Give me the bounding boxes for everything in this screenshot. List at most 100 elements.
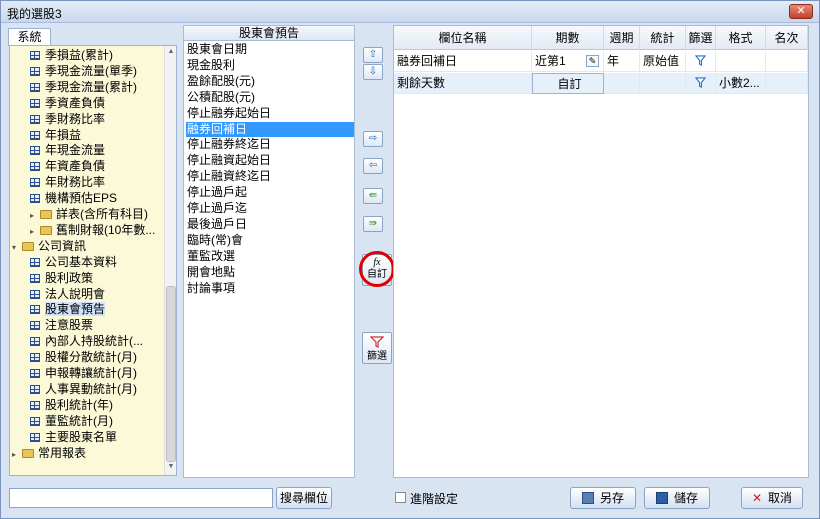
tree-item[interactable]: 季財務比率 [30,112,105,127]
field-list-item[interactable]: 停止融資起始日 [186,153,354,168]
tree-item[interactable]: ▸ 詳表(含所有科目) [30,207,148,222]
search-input[interactable] [9,488,273,508]
field-list-item[interactable]: 融券回補日 [186,121,354,137]
filter-icon[interactable] [695,77,706,88]
advanced-settings-checkbox[interactable] [395,492,406,503]
table-icon [30,384,40,394]
tree-scrollbar[interactable]: ▲ ▼ [164,46,176,475]
filter-icon[interactable] [695,55,706,66]
edit-icon[interactable]: ✎ [586,55,599,67]
tree-item[interactable]: 季現金流量(累計) [30,80,137,95]
grid-column-header[interactable]: 期數 [532,26,604,50]
field-list-item[interactable]: 董監改選 [186,249,354,264]
expand-arrow-icon[interactable]: ▾ [12,240,22,255]
grid-column-header[interactable]: 欄位名稱 [394,26,532,50]
grid-period-cell: 自訂 [532,73,604,94]
folder-icon [22,241,34,251]
filter-button[interactable]: 篩選 [362,332,392,364]
tree-item[interactable]: 年現金流量 [30,143,105,158]
scroll-up-arrow[interactable]: ▲ [165,48,177,58]
double-arrow-left-icon: ⇚ [368,190,378,201]
add-field-button[interactable]: ⇨ [363,131,383,147]
tree-item[interactable]: 主要股東名單 [30,430,117,445]
tree-item[interactable]: 季損益(累計) [30,48,113,63]
tree-item[interactable]: ▸ 舊制財報(10年數... [30,223,155,238]
tree-item[interactable]: 人事異動統計(月) [30,382,137,397]
table-icon [30,432,40,442]
tree-item[interactable]: 公司基本資料 [30,255,117,270]
table-icon [30,353,40,363]
tree-item-label: 年財務比率 [45,175,106,190]
table-icon [30,416,40,426]
tree-item[interactable]: 申報轉讓統計(月) [30,366,137,381]
advanced-settings-label: 進階設定 [410,492,459,506]
field-list-item[interactable]: 停止融券起始日 [186,106,354,121]
save-as-label: 另存 [599,491,624,505]
grid-column-header[interactable]: 名次 [766,26,808,50]
search-field-button[interactable]: 搜尋欄位 [276,487,332,509]
table-icon [30,289,40,299]
add-all-button[interactable]: ⇛ [363,216,383,232]
move-down-button[interactable]: ⇩ [363,64,383,80]
expand-arrow-icon[interactable]: ▸ [30,208,40,223]
cancel-button[interactable]: ✕ 取消 [741,487,803,509]
save-button[interactable]: 儲存 [644,487,710,509]
tree-item[interactable]: 董監統計(月) [30,414,113,429]
tree-item-label: 申報轉讓統計(月) [45,366,137,380]
tree-item[interactable]: 法人說明會 [30,287,105,302]
expand-arrow-icon[interactable]: ▸ [30,224,40,239]
grid-cell: 剩餘天數 [394,73,532,94]
tree-item[interactable]: 股利政策 [30,271,93,286]
field-list-item[interactable]: 停止過戶起 [186,185,354,200]
remove-all-button[interactable]: ⇚ [363,188,383,204]
tree-item[interactable]: 年財務比率 [30,175,105,190]
tree-item[interactable]: ▸ 常用報表 [12,446,86,461]
filter-icon [369,336,385,348]
grid-column-header[interactable]: 週期 [604,26,640,50]
save-as-button[interactable]: 另存 [570,487,636,509]
tree-item[interactable]: 年資產負債 [30,159,105,174]
tree-item[interactable]: 股東會預告 [30,302,106,317]
tree-item-label: 公司基本資料 [45,254,118,269]
tree-item[interactable]: 股權分散統計(月) [30,350,137,365]
scroll-thumb[interactable] [166,286,176,462]
tree-item[interactable]: 內部人持股統計(... [30,334,143,349]
field-list-item[interactable]: 開會地點 [186,265,354,280]
tree-item[interactable]: ▾ 公司資訊 [12,239,86,254]
grid-row[interactable]: 融券回補日 近第1 ✎ 年 原始值 [394,51,808,72]
field-list-item[interactable]: 現金股利 [186,58,354,73]
tree-item-label: 股東會預告 [45,302,106,317]
remove-field-button[interactable]: ⇦ [363,158,383,174]
grid-row[interactable]: 剩餘天數 自訂 小數2... [394,73,808,94]
tree-item[interactable]: 注意股票 [30,318,93,333]
tree-item[interactable]: 季現金流量(單季) [30,64,137,79]
scroll-down-arrow[interactable]: ▼ [165,463,177,473]
grid-cell [766,51,808,72]
table-icon [30,66,40,76]
field-list-item[interactable]: 盈餘配股(元) [186,74,354,89]
tree-item[interactable]: 年損益 [30,128,81,143]
field-list-item[interactable]: 股東會日期 [186,42,354,57]
table-icon [30,82,40,92]
save-icon [655,492,668,504]
arrow-left-icon: ⇦ [368,160,378,171]
field-list-item[interactable]: 停止過戶迄 [186,201,354,216]
field-list-item[interactable]: 臨時(常)會 [186,233,354,248]
move-up-button[interactable]: ⇧ [363,47,383,63]
close-button[interactable]: ✕ [789,4,813,19]
field-list-item[interactable]: 最後過戶日 [186,217,354,232]
tree-item[interactable]: 機構預估EPS [30,191,117,206]
grid-column-header[interactable]: 統計 [640,26,686,50]
expand-arrow-icon[interactable]: ▸ [12,447,22,462]
tree-item-label: 主要股東名單 [45,429,118,444]
grid-column-header[interactable]: 格式 [716,26,766,50]
field-list-item[interactable]: 討論事項 [186,281,354,296]
table-icon [30,369,40,378]
grid-column-header[interactable]: 篩選 [686,26,716,50]
tree-item[interactable]: 股利統計(年) [30,398,113,413]
field-list-item[interactable]: 停止融券終迄日 [186,137,354,152]
tab-system[interactable]: 系統 [8,28,51,46]
field-list-item[interactable]: 停止融資終迄日 [186,169,354,184]
tree-item[interactable]: 季資產負債 [30,96,105,111]
field-list-item[interactable]: 公積配股(元) [186,90,354,105]
